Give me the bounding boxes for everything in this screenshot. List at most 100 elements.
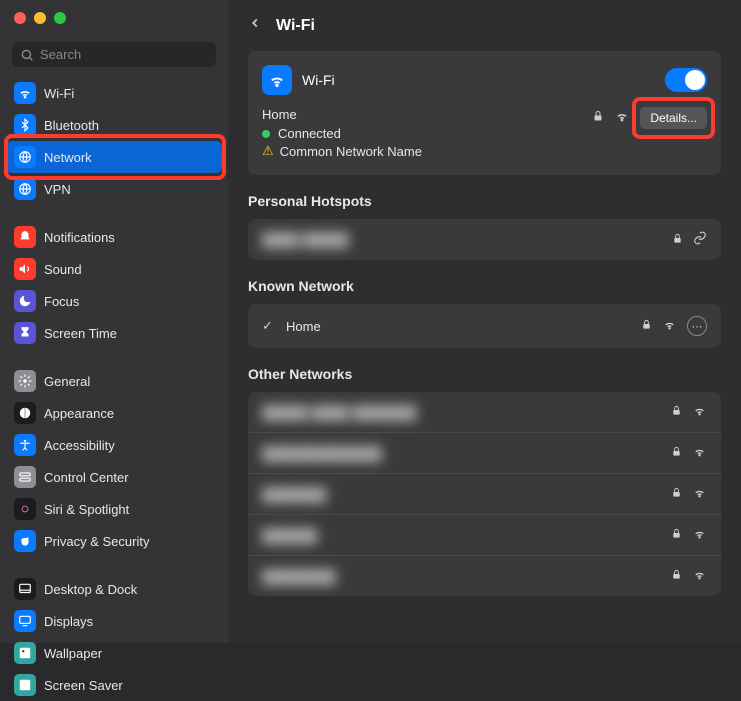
sidebar-item-label: Bluetooth [44, 118, 99, 133]
sidebar-item-desktop-dock[interactable]: Desktop & Dock [0, 573, 228, 605]
main-content: Wi-Fi Wi-Fi Home Connected ⚠ Common Netwo… [228, 0, 741, 643]
status-dot-icon [262, 130, 270, 138]
sidebar-item-wallpaper[interactable]: Wallpaper [0, 637, 228, 669]
other-list: █████ ████ █████████████████████████████… [248, 392, 721, 596]
sidebar-item-siri-spotlight[interactable]: Siri & Spotlight [0, 493, 228, 525]
sidebar-item-label: Accessibility [44, 438, 115, 453]
sidebar-item-displays[interactable]: Displays [0, 605, 228, 637]
connection-status: Connected [278, 126, 341, 141]
screensaver-icon [14, 674, 36, 696]
sidebar-item-label: Siri & Spotlight [44, 502, 129, 517]
bluetooth-icon [14, 114, 36, 136]
sidebar-item-label: General [44, 374, 90, 389]
wifi-panel-title: Wi-Fi [302, 72, 335, 88]
warning-text: Common Network Name [280, 144, 422, 159]
current-network-name: Home [262, 107, 422, 122]
link-icon [693, 231, 707, 248]
sidebar-item-network[interactable]: Network [6, 141, 222, 173]
lock-icon [672, 232, 683, 248]
details-button[interactable]: Details... [640, 107, 707, 129]
lock-icon [671, 404, 682, 420]
display-icon [14, 610, 36, 632]
network-name: ████████ [262, 569, 336, 584]
known-list: ✓ Home ⋯ [248, 304, 721, 348]
accessibility-icon [14, 434, 36, 456]
sidebar-item-bluetooth[interactable]: Bluetooth [0, 109, 228, 141]
lock-icon [592, 109, 604, 128]
sidebar-item-wi-fi[interactable]: Wi-Fi [0, 77, 228, 109]
sidebar-item-notifications[interactable]: Notifications [0, 221, 228, 253]
wifi-signal-icon [614, 109, 630, 128]
network-item[interactable]: ██████ [248, 515, 721, 556]
network-item[interactable]: █████████████ [248, 433, 721, 474]
search-placeholder: Search [40, 47, 81, 62]
window-controls [0, 12, 228, 36]
network-name: ████ █████ [262, 232, 349, 247]
hotspots-title: Personal Hotspots [248, 193, 721, 209]
wallpaper-icon [14, 642, 36, 664]
sidebar-item-label: Wallpaper [44, 646, 102, 661]
sidebar-item-label: VPN [44, 182, 71, 197]
sidebar-item-label: Displays [44, 614, 93, 629]
globe-icon [14, 146, 36, 168]
sidebar-item-label: Focus [44, 294, 79, 309]
network-name: Home [286, 319, 321, 334]
network-item[interactable]: █████ ████ ███████ [248, 392, 721, 433]
wifi-signal-icon [692, 568, 707, 584]
lock-icon [671, 568, 682, 584]
sidebar-item-privacy-security[interactable]: Privacy & Security [0, 525, 228, 557]
sidebar-item-label: Notifications [44, 230, 115, 245]
wifi-signal-icon [692, 445, 707, 461]
more-button[interactable]: ⋯ [687, 316, 707, 336]
known-title: Known Network [248, 278, 721, 294]
siri-icon [14, 498, 36, 520]
wifi-icon [262, 65, 292, 95]
sidebar-item-label: Screen Saver [44, 678, 123, 693]
sidebar-item-general[interactable]: General [0, 365, 228, 397]
sidebar-item-label: Privacy & Security [44, 534, 149, 549]
wifi-signal-icon [692, 404, 707, 420]
sidebar-item-sound[interactable]: Sound [0, 253, 228, 285]
sidebar-item-control-center[interactable]: Control Center [0, 461, 228, 493]
sidebar-item-label: Appearance [44, 406, 114, 421]
sidebar-item-label: Sound [44, 262, 82, 277]
dock-icon [14, 578, 36, 600]
network-name: ███████ [262, 487, 326, 502]
sidebar-item-screen-time[interactable]: Screen Time [0, 317, 228, 349]
network-item[interactable]: ✓ Home ⋯ [248, 304, 721, 348]
lock-icon [641, 318, 652, 334]
hourglass-icon [14, 322, 36, 344]
wifi-icon [14, 82, 36, 104]
wifi-toggle[interactable] [665, 68, 707, 92]
minimize-window-button[interactable] [34, 12, 46, 24]
network-name: ██████ [262, 528, 317, 543]
back-button[interactable] [248, 14, 262, 37]
warning-icon: ⚠ [262, 143, 274, 159]
close-window-button[interactable] [14, 12, 26, 24]
sidebar-item-label: Network [44, 150, 92, 165]
search-input[interactable]: Search [12, 42, 216, 67]
sidebar-item-label: Desktop & Dock [44, 582, 137, 597]
maximize-window-button[interactable] [54, 12, 66, 24]
sidebar: Search Wi-Fi Bluetooth Network VPN Notificat… [0, 0, 228, 643]
sidebar-item-label: Control Center [44, 470, 129, 485]
sidebar-item-focus[interactable]: Focus [0, 285, 228, 317]
wifi-signal-icon [692, 486, 707, 502]
network-item[interactable]: ███████ [248, 474, 721, 515]
sidebar-item-screen-saver[interactable]: Screen Saver [0, 669, 228, 701]
sidebar-item-label: Wi-Fi [44, 86, 74, 101]
check-icon: ✓ [262, 318, 276, 334]
bell-icon [14, 226, 36, 248]
sidebar-item-label: Screen Time [44, 326, 117, 341]
wifi-panel: Wi-Fi Home Connected ⚠ Common Network Nam… [248, 51, 721, 175]
sidebar-item-accessibility[interactable]: Accessibility [0, 429, 228, 461]
hotspots-list: ████ █████ [248, 219, 721, 260]
hand-icon [14, 530, 36, 552]
sidebar-item-vpn[interactable]: VPN [0, 173, 228, 205]
lock-icon [671, 527, 682, 543]
sidebar-item-appearance[interactable]: Appearance [0, 397, 228, 429]
appearance-icon [14, 402, 36, 424]
network-item[interactable]: ████ █████ [248, 219, 721, 260]
wifi-signal-icon [692, 527, 707, 543]
network-item[interactable]: ████████ [248, 556, 721, 596]
